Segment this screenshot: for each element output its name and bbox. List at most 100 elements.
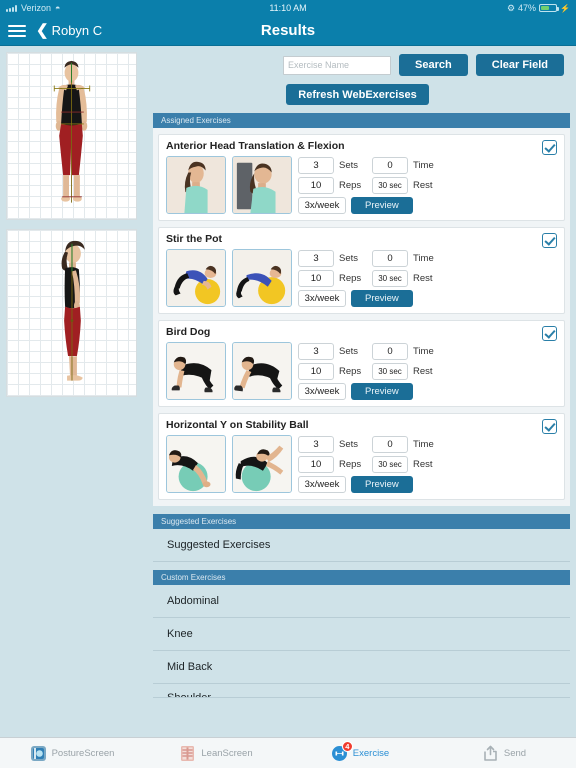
rest-value[interactable]: 30 sec: [372, 456, 408, 473]
hamburger-menu-icon[interactable]: [8, 24, 26, 37]
time-value[interactable]: 0: [372, 250, 408, 267]
assigned-exercises-list: Anterior Head Translation & Flexion 3 Set…: [153, 128, 570, 506]
posture-photo-front[interactable]: [6, 52, 137, 220]
chevron-left-icon: ❮: [36, 22, 49, 39]
reps-value[interactable]: 10: [298, 270, 334, 287]
frequency-value[interactable]: 3x/week: [298, 476, 346, 493]
search-row: Search Clear Field: [145, 46, 570, 82]
exercise-title: Bird Dog: [166, 326, 211, 338]
list-item[interactable]: Suggested Exercises: [153, 529, 570, 562]
parameter-row-reps-rest: 10 Reps 30 sec Rest: [298, 363, 441, 380]
rest-value[interactable]: 30 sec: [372, 363, 408, 380]
clear-field-button[interactable]: Clear Field: [475, 54, 564, 76]
reps-label: Reps: [339, 273, 362, 284]
front-posture-figure: [53, 60, 91, 203]
search-button[interactable]: Search: [399, 54, 468, 76]
battery-percent-label: 47%: [518, 3, 537, 13]
exercise-app-icon: 4: [331, 740, 353, 762]
refresh-webexercises-button[interactable]: Refresh WebExercises: [286, 84, 429, 105]
tab-label: Exercise: [352, 747, 390, 759]
suggested-exercises-header: Suggested Exercises: [153, 514, 570, 529]
exercise-title: Anterior Head Translation & Flexion: [166, 140, 345, 152]
sets-label: Sets: [339, 439, 359, 450]
sets-label: Sets: [339, 253, 359, 264]
share-arrow-icon: [482, 745, 499, 762]
app-root: Verizon ◓ 11:10 AM ⚙ 47% ⚡ ❮ Robyn C Res…: [0, 0, 576, 768]
preview-button[interactable]: Preview: [351, 383, 413, 400]
parameter-row-sets-time: 3 Sets 0 Time: [298, 436, 441, 453]
frequency-value[interactable]: 3x/week: [298, 383, 346, 400]
tab-exercise[interactable]: 4 Exercise: [288, 740, 432, 762]
time-value[interactable]: 0: [372, 157, 408, 174]
tab-send[interactable]: Send: [432, 745, 576, 762]
reps-value[interactable]: 10: [298, 177, 334, 194]
posture-photo-side[interactable]: [6, 229, 137, 397]
list-item[interactable]: Knee: [153, 618, 570, 651]
exercise-thumbnail-end[interactable]: [232, 435, 292, 493]
parameter-row-frequency-preview: 3x/week Preview: [298, 290, 441, 307]
parameter-row-sets-time: 3 Sets 0 Time: [298, 343, 441, 360]
frequency-value[interactable]: 3x/week: [298, 290, 346, 307]
status-bar-clock: 11:10 AM: [269, 3, 307, 13]
exercise-thumbnail-end[interactable]: [232, 156, 292, 214]
exercise-thumbnail-start[interactable]: [166, 435, 226, 493]
back-button-label: Robyn C: [51, 23, 103, 38]
exercise-card[interactable]: Bird Dog 3 Sets 0 Time 10 Reps 30 sec Rest 3x/we…: [158, 320, 565, 407]
sets-value[interactable]: 3: [298, 436, 334, 453]
exercise-card[interactable]: Anterior Head Translation & Flexion 3 Set…: [158, 134, 565, 221]
reps-value[interactable]: 10: [298, 363, 334, 380]
exercise-parameters: 3 Sets 0 Time 10 Reps 30 sec Rest 3x/week Preview: [298, 342, 441, 400]
sets-value[interactable]: 3: [298, 157, 334, 174]
rest-label: Rest: [413, 273, 433, 284]
parameter-row-frequency-preview: 3x/week Preview: [298, 383, 441, 400]
sets-label: Sets: [339, 160, 359, 171]
parameter-row-sets-time: 3 Sets 0 Time: [298, 250, 441, 267]
time-value[interactable]: 0: [372, 343, 408, 360]
exercise-selected-checkbox[interactable]: [542, 233, 557, 248]
parameter-row-frequency-preview: 3x/week Preview: [298, 197, 441, 214]
frequency-value[interactable]: 3x/week: [298, 197, 346, 214]
exercise-selected-checkbox[interactable]: [542, 419, 557, 434]
reps-value[interactable]: 10: [298, 456, 334, 473]
back-button[interactable]: ❮ Robyn C: [36, 23, 102, 38]
exercise-thumbnail-start[interactable]: [166, 156, 226, 214]
exercise-selected-checkbox[interactable]: [542, 326, 557, 341]
exercise-thumbnail-start[interactable]: [166, 342, 226, 400]
preview-button[interactable]: Preview: [351, 197, 413, 214]
time-label: Time: [413, 253, 434, 264]
exercise-parameters: 3 Sets 0 Time 10 Reps 30 sec Rest 3x/week Preview: [298, 156, 441, 214]
exercise-thumbnail-end[interactable]: [232, 342, 292, 400]
time-label: Time: [413, 160, 434, 171]
suggested-exercises-list: Suggested Exercises: [145, 529, 570, 562]
rest-value[interactable]: 30 sec: [372, 270, 408, 287]
custom-exercises-header: Custom Exercises: [153, 570, 570, 585]
list-item[interactable]: Shoulder: [153, 684, 570, 698]
preview-button[interactable]: Preview: [351, 290, 413, 307]
sets-value[interactable]: 3: [298, 343, 334, 360]
reps-label: Reps: [339, 180, 362, 191]
preview-button[interactable]: Preview: [351, 476, 413, 493]
tab-leanscreen[interactable]: LeanScreen: [144, 745, 288, 762]
tab-posturescreen[interactable]: PostureScreen: [0, 745, 144, 762]
time-label: Time: [413, 346, 434, 357]
exercise-card[interactable]: Stir the Pot 3 Sets 0 Time 10 Reps 30 sec Rest 3…: [158, 227, 565, 314]
list-item[interactable]: Abdominal: [153, 585, 570, 618]
search-input[interactable]: [283, 55, 392, 75]
bottom-tab-bar: PostureScreen LeanScreen 4 Exercise Send: [0, 737, 576, 768]
exercise-thumbnail-start[interactable]: [166, 249, 226, 307]
main-panel: Search Clear Field Refresh WebExercises …: [145, 46, 576, 737]
exercise-title: Stir the Pot: [166, 233, 223, 245]
status-bar: Verizon ◓ 11:10 AM ⚙ 47% ⚡: [0, 0, 576, 16]
exercise-selected-checkbox[interactable]: [542, 140, 557, 155]
side-posture-figure: [61, 240, 85, 381]
list-item[interactable]: Mid Back: [153, 651, 570, 684]
rest-value[interactable]: 30 sec: [372, 177, 408, 194]
parameter-row-frequency-preview: 3x/week Preview: [298, 476, 441, 493]
exercise-body: 3 Sets 0 Time 10 Reps 30 sec Rest 3x/week Preview: [166, 342, 557, 400]
tab-badge: 4: [341, 740, 353, 752]
time-value[interactable]: 0: [372, 436, 408, 453]
exercise-parameters: 3 Sets 0 Time 10 Reps 30 sec Rest 3x/week Preview: [298, 435, 441, 493]
sets-value[interactable]: 3: [298, 250, 334, 267]
exercise-card[interactable]: Horizontal Y on Stability Ball 3 Sets 0 Tim…: [158, 413, 565, 500]
exercise-thumbnail-end[interactable]: [232, 249, 292, 307]
